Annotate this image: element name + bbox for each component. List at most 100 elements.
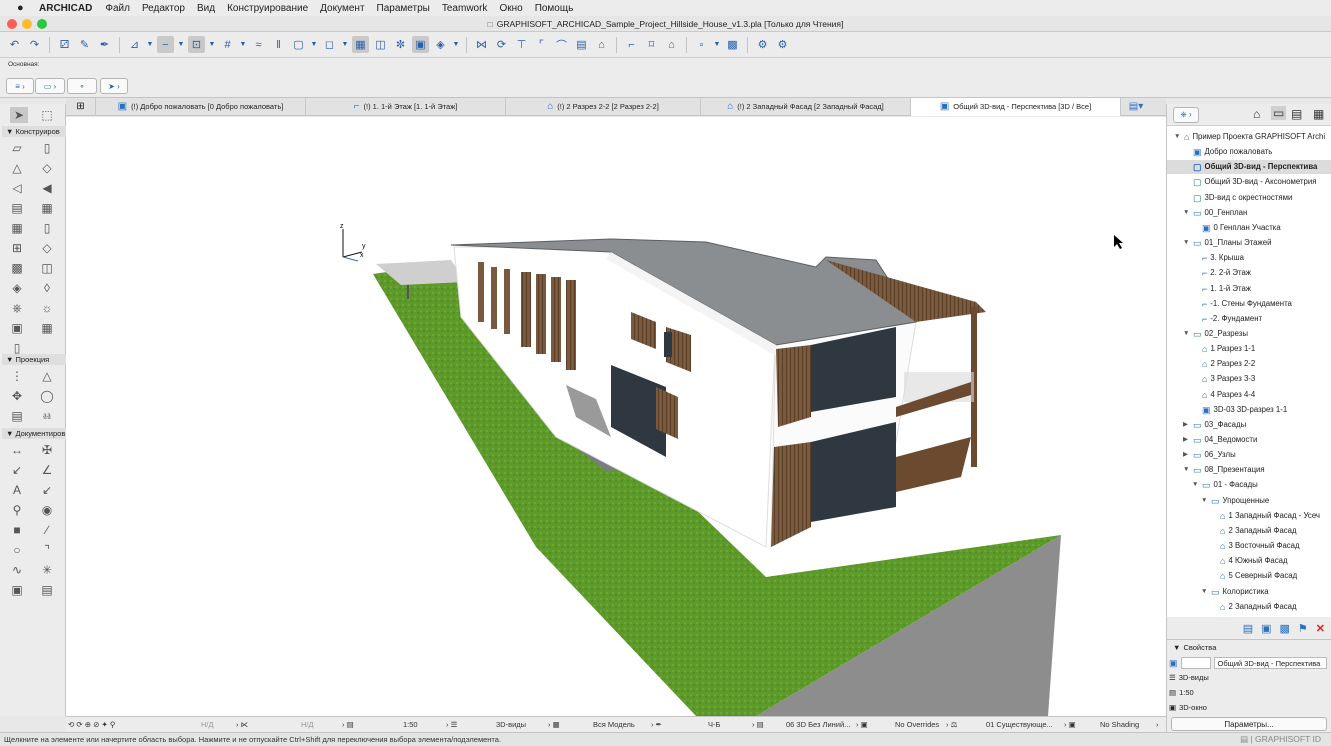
rotate-icon[interactable]: ⟳	[493, 36, 510, 53]
navigator-item[interactable]: ⌂ 4 Южный Фасад	[1207, 554, 1288, 568]
section-view-icon[interactable]: ⌑	[643, 36, 660, 53]
menu-help[interactable]: Помощь	[535, 3, 574, 14]
navigator-item[interactable]: ▼ ▭ 01 - Фасады	[1189, 478, 1258, 492]
elevation-view-icon[interactable]: ⌂	[663, 36, 680, 53]
tab-welcome[interactable]: ▣ (!) Добро пожаловать [0 Добро пожаловат…	[96, 97, 306, 116]
layout-icon[interactable]: ▩	[724, 36, 741, 53]
object-tool-icon[interactable]: ▩	[8, 260, 26, 276]
mvo-icon[interactable]: › ▤	[752, 720, 764, 729]
navigator-item[interactable]: ⌂ 3 Разрез 3-3	[1189, 372, 1255, 386]
navigator-item[interactable]: ▼ ▭ 01_Планы Этажей	[1180, 236, 1271, 250]
mesh-tool-icon[interactable]: ◈	[8, 280, 26, 296]
railing-tool-icon[interactable]: ▦	[38, 200, 56, 216]
light-tool-icon[interactable]: ☼	[38, 300, 56, 316]
curtain-wall-tool-icon[interactable]: ▦	[8, 220, 26, 236]
toolbox-section-document[interactable]: ▼ Документиров	[2, 428, 66, 439]
edit-plane-icon[interactable]: ≈	[250, 36, 267, 53]
pick-up-parameters-icon[interactable]: ✎	[76, 36, 93, 53]
parallel-icon[interactable]: ‖	[270, 36, 287, 53]
inject-parameters-icon[interactable]: ✒	[96, 36, 113, 53]
roof-tool-icon[interactable]: ◁	[8, 180, 26, 196]
marquee-tool-icon[interactable]: ⬚	[38, 107, 56, 123]
distribute-icon[interactable]: ⌜	[533, 36, 550, 53]
navigator-item[interactable]: ▣ Добро пожаловать	[1180, 145, 1272, 159]
curve-icon[interactable]: ⌒	[553, 36, 570, 53]
navigator-item[interactable]: ⌐ -2. Фундамент	[1189, 312, 1262, 326]
elevation-tool-icon[interactable]: △	[38, 368, 56, 384]
disclosure-arrow-icon[interactable]: ▶	[1183, 418, 1190, 432]
navigator-item[interactable]: ▣ 3D-03 3D-разрез 1-1	[1189, 403, 1287, 417]
navigator-item[interactable]: ▢ 3D-вид с окрестностями	[1180, 191, 1292, 205]
align-icon[interactable]: ⊤	[513, 36, 530, 53]
menu-design[interactable]: Конструирование	[227, 3, 308, 14]
clone-view-icon[interactable]: ▣	[1261, 622, 1271, 635]
graphisoft-id[interactable]: ▤ | GRAPHISOFT ID	[1240, 733, 1321, 746]
offset-icon[interactable]: ▤	[573, 36, 590, 53]
skylight-tool-icon[interactable]: ◇	[38, 240, 56, 256]
figure-tool-icon[interactable]: ▣	[8, 582, 26, 598]
morph-tool-icon[interactable]: ◊	[38, 280, 56, 296]
close-window-button[interactable]	[7, 19, 17, 29]
window-icon[interactable]: ▫	[693, 36, 710, 53]
layout-book-icon[interactable]: ▤	[1291, 107, 1302, 121]
detail-tool-icon[interactable]: ▤	[8, 408, 26, 424]
navigator-item[interactable]: ▣ 0 Генплан Участка	[1189, 221, 1281, 235]
navigator-item[interactable]: ⌐ 2. 2-й Этаж	[1189, 266, 1251, 280]
pen-set-selector[interactable]: Ч-Б	[708, 720, 720, 729]
disclosure-arrow-icon[interactable]: ▼	[1183, 327, 1190, 341]
circle-tool-icon[interactable]: ○	[8, 542, 26, 558]
selection-settings-button[interactable]: ≡ ›	[6, 78, 34, 94]
save-view-icon[interactable]: ⚑	[1298, 622, 1308, 635]
line-tool-icon[interactable]: ∕	[38, 522, 56, 538]
model-view-selector[interactable]: Вся Модель	[593, 720, 635, 729]
shading-selector[interactable]: No Shading	[1100, 720, 1139, 729]
parameters-button[interactable]: Параметры...	[1171, 717, 1327, 731]
navigator-item[interactable]: ▼ ▭ 02_Разрезы	[1180, 327, 1248, 341]
navigator-item[interactable]: ⌂ 2 Западный Фасад	[1207, 524, 1297, 538]
navigator-item[interactable]: ▼ ⌂ Пример Проекта GRAPHISOFT Archi	[1171, 130, 1325, 144]
disclosure-arrow-icon[interactable]: ▼	[1192, 478, 1199, 492]
new-folder-icon[interactable]: ▤	[1243, 622, 1253, 635]
disclosure-arrow-icon[interactable]: ▼	[1183, 236, 1190, 250]
shell-tool-icon[interactable]: ◀	[38, 180, 56, 196]
layer-settings-button[interactable]: ▭ ›	[35, 78, 65, 94]
arrow-tool-icon[interactable]: ➤	[10, 107, 28, 123]
menu-document[interactable]: Документ	[320, 3, 364, 14]
roof-icon[interactable]: ⌂	[593, 36, 610, 53]
dropdown-arrow-icon[interactable]: ▼	[239, 36, 247, 53]
teamwork-receive-icon[interactable]: ⚙	[774, 36, 791, 53]
tab-elevation[interactable]: ⌂ (!) 2 Западный Фасад [2 Западный Фасад]	[701, 97, 911, 116]
dropdown-arrow-icon[interactable]: ▼	[452, 36, 460, 53]
menu-window[interactable]: Окно	[499, 3, 522, 14]
tab-list-button[interactable]: ▤▾	[1121, 98, 1151, 116]
disclosure-arrow-icon[interactable]: ▼	[1201, 494, 1208, 508]
window-tool-icon[interactable]: ⊞	[8, 240, 26, 256]
navigator-item[interactable]: ⌂ 3 Восточный Фасад	[1207, 539, 1300, 553]
section-tool-icon[interactable]: ⋮	[8, 368, 26, 384]
navigator-item[interactable]: ⌂ 1 Разрез 1-1	[1189, 342, 1255, 356]
navigator-item[interactable]: ⌐ 1. 1-й Этаж	[1189, 282, 1251, 296]
zone-tool-icon[interactable]: ◫	[38, 260, 56, 276]
navigator-item[interactable]: ⌂ 2 Западный Фасад	[1207, 600, 1297, 614]
dropdown-arrow-icon[interactable]: ▼	[341, 36, 349, 53]
suspend-groups-icon[interactable]: ▦	[352, 36, 369, 53]
door-tool-icon[interactable]: ▯	[38, 220, 56, 236]
teamwork-send-icon[interactable]: ⚙	[754, 36, 771, 53]
disclosure-arrow-icon[interactable]: ▼	[1174, 130, 1181, 144]
worksheet-tool-icon[interactable]: ◯	[38, 388, 56, 404]
drawing-tool-icon[interactable]: ▤	[38, 582, 56, 598]
camera-tool-icon[interactable]: ⎂	[38, 408, 56, 424]
navigator-item[interactable]: ▢ Общий 3D-вид - Перспектива	[1167, 160, 1331, 175]
overrides-selector[interactable]: No Overrides	[895, 720, 939, 729]
navigator-item[interactable]: ▼ ▭ Упрощенные	[1198, 494, 1269, 508]
publisher-sets-icon[interactable]: ▦	[1313, 107, 1324, 121]
radial-dimension-icon[interactable]: ↙	[8, 462, 26, 478]
tab-section[interactable]: ⌂ (!) 2 Разрез 2-2 [2 Разрез 2-2]	[506, 97, 701, 116]
view-settings-icon[interactable]: ▩	[1280, 622, 1290, 635]
minimize-window-button[interactable]	[22, 19, 32, 29]
properties-header[interactable]: ▼ Свойства	[1173, 643, 1216, 652]
shading-icon[interactable]: › ▣	[1064, 720, 1076, 729]
toolbox-section-design[interactable]: ▼ Конструиров	[2, 126, 66, 137]
grid-element-icon[interactable]: ▦	[38, 320, 56, 336]
apple-icon[interactable]: ●	[17, 2, 29, 14]
